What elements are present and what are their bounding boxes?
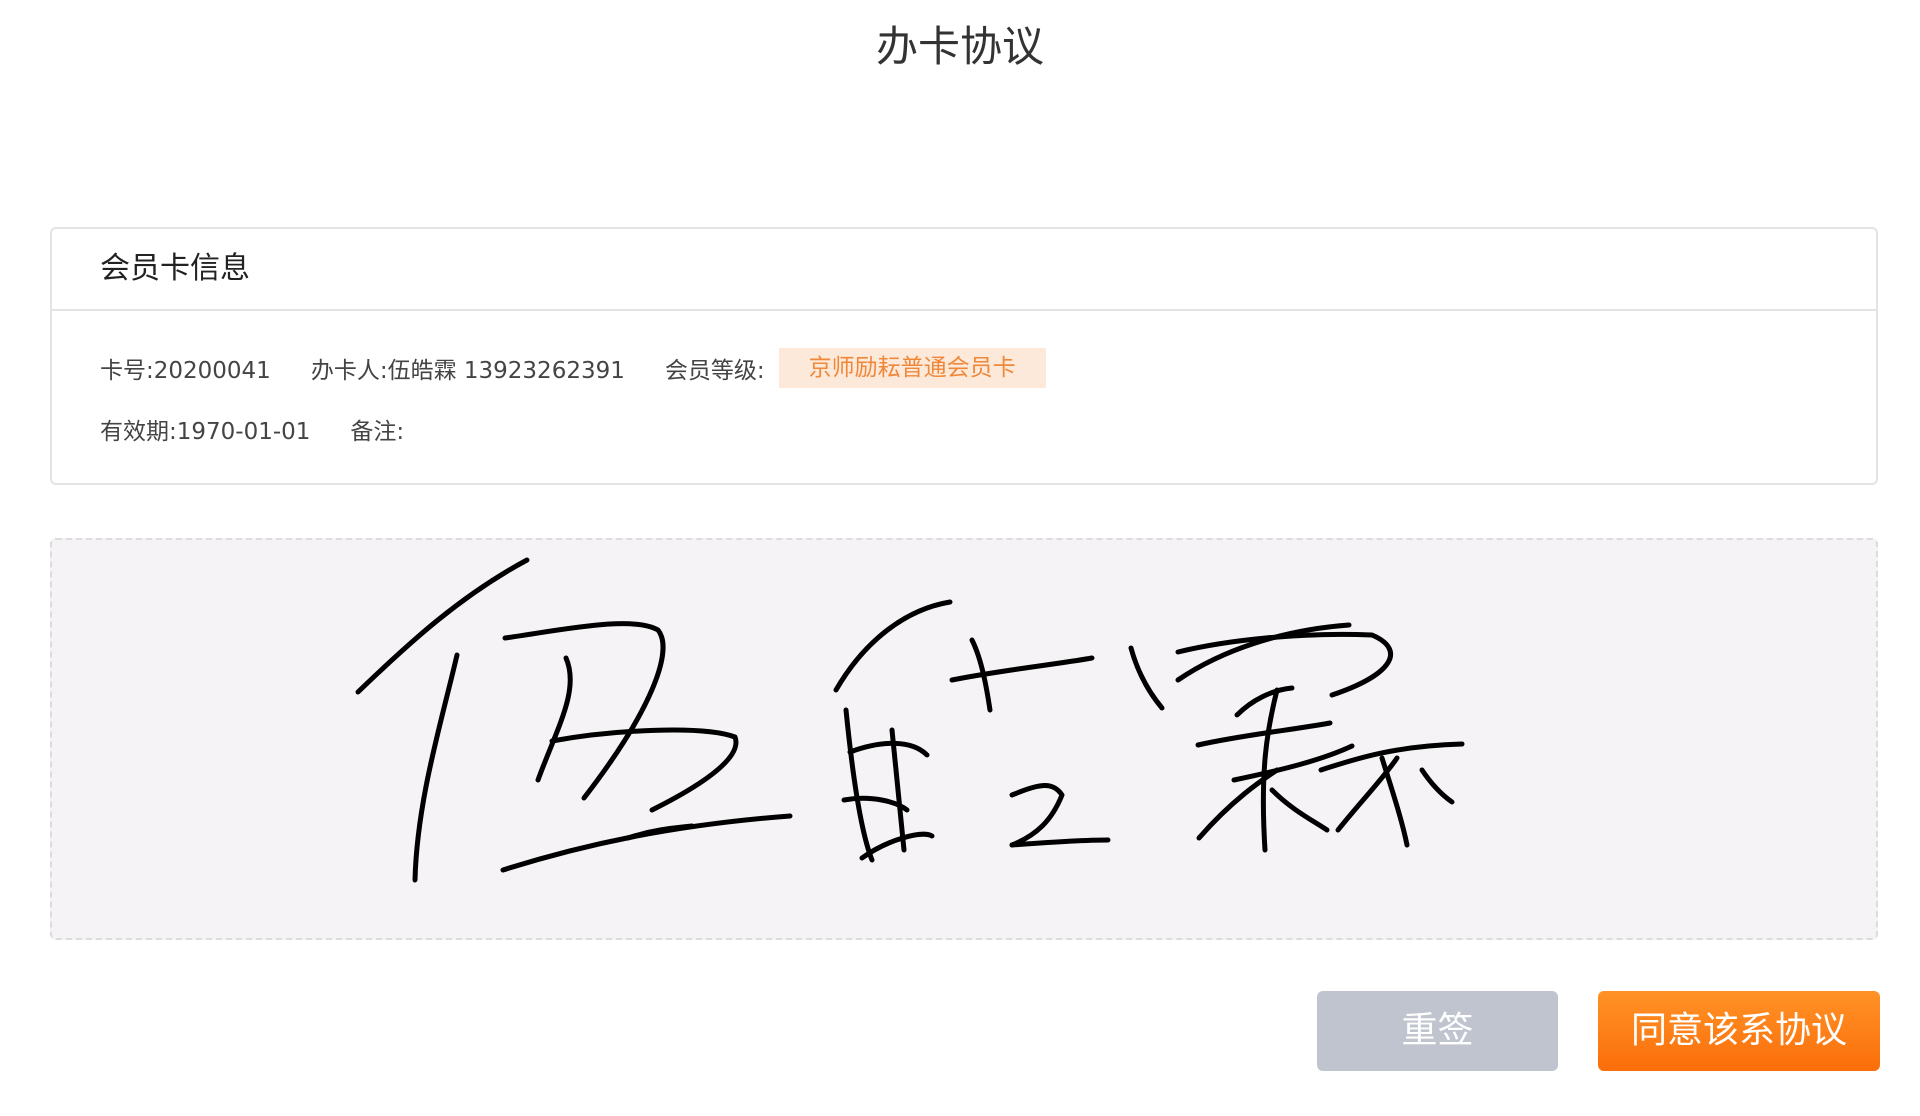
info-row-1: 卡号:20200041 办卡人:伍皓霖 13923262391 会员等级: 京师… <box>100 348 1046 388</box>
resign-button[interactable]: 重签 <box>1317 991 1558 1071</box>
member-level-badge: 京师励耘普通会员卡 <box>778 348 1046 388</box>
agree-agreement-button[interactable]: 同意该系协议 <box>1598 991 1880 1071</box>
card-info-header: 会员卡信息 <box>52 229 1876 311</box>
page-title: 办卡协议 <box>875 22 1044 71</box>
remark: 备注: <box>350 419 405 445</box>
handwritten-signature <box>355 557 1465 883</box>
info-row-2: 有效期:1970-01-01 备注: <box>100 409 444 449</box>
signature-pad[interactable] <box>50 538 1878 940</box>
applicant-info: 办卡人:伍皓霖 13923262391 <box>310 358 625 384</box>
member-card-info: 会员卡信息 卡号:20200041 办卡人:伍皓霖 13923262391 会员… <box>50 227 1878 485</box>
card-number: 卡号:20200041 <box>100 358 271 384</box>
member-level-label: 会员等级: <box>664 358 765 384</box>
validity-date: 有效期:1970-01-01 <box>100 419 311 445</box>
